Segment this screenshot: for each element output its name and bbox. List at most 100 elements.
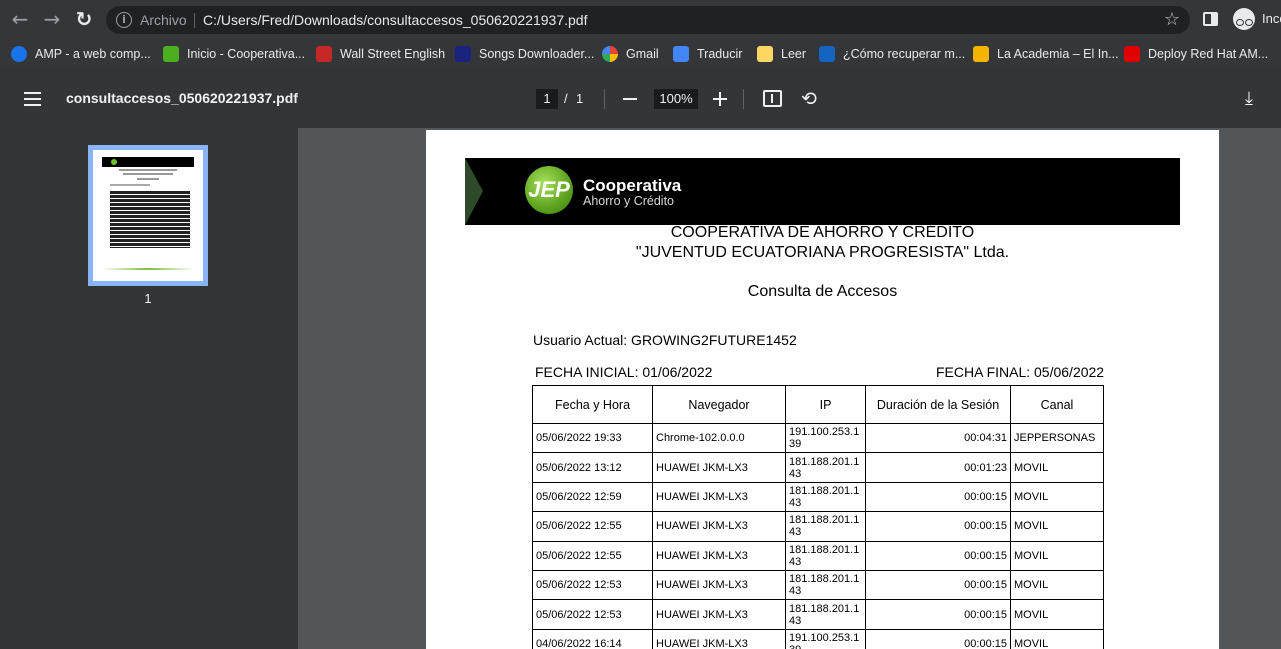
url-text[interactable]: C:/Users/Fred/Downloads/consultaccesos_0…	[203, 12, 587, 28]
cell-channel: MOVIL	[1010, 628, 1104, 649]
bookmark-item[interactable]: Songs Downloader...	[455, 44, 594, 64]
bookmark-item[interactable]: ¿Cómo recuperar m...	[819, 44, 965, 64]
pdf-page: JEP Cooperativa Ahorro y Crédito COOPERA…	[426, 130, 1219, 649]
fit-to-page-icon[interactable]	[763, 90, 782, 107]
songs-icon	[455, 46, 471, 62]
cell-duration: 00:04:31	[865, 422, 1011, 454]
bookmark-label: Leer	[781, 47, 807, 61]
bookmark-item[interactable]: Deploy Red Hat AM...	[1124, 44, 1268, 64]
cell-browser: Chrome-102.0.0.0	[652, 422, 786, 454]
jep-logo: JEP	[525, 166, 573, 214]
cell-duration: 00:00:15	[865, 628, 1011, 649]
bookmark-item[interactable]: Gmail	[602, 44, 659, 64]
back-arrow-icon[interactable]: ←	[7, 6, 33, 32]
address-separator	[194, 13, 195, 28]
pdf-title: consultaccesos_050620221937.pdf	[66, 90, 298, 106]
redhat-icon	[1124, 46, 1140, 62]
cell-channel: MOVIL	[1010, 540, 1104, 571]
incognito-icon[interactable]	[1233, 8, 1255, 30]
cell-datetime: 05/06/2022 12:59	[532, 481, 653, 513]
folder-icon	[757, 46, 773, 62]
thumbnail-page	[93, 150, 203, 281]
bookmark-label: Traducir	[697, 47, 743, 61]
forward-arrow-icon[interactable]: →	[39, 6, 65, 32]
cell-channel: MOVIL	[1010, 452, 1104, 483]
zoom-input[interactable]: 100%	[654, 89, 698, 109]
google-icon	[602, 46, 618, 62]
total-pages: 1	[576, 91, 584, 106]
cell-ip: 181.188.201.1 43	[785, 569, 866, 601]
info-icon[interactable]: i	[116, 12, 132, 28]
bookmarks-bar: AMP - a web comp... Inicio - Cooperativa.…	[0, 38, 1281, 68]
thumbnail-page-number: 1	[144, 291, 152, 306]
cell-datetime: 05/06/2022 12:55	[532, 511, 653, 542]
table-row: 05/06/2022 12:59 HUAWEI JKM-LX3 181.188.20…	[532, 481, 1104, 513]
bookmark-label: Wall Street English	[340, 47, 446, 61]
zoom-out-icon[interactable]	[623, 98, 637, 100]
incognito-label[interactable]: Inco	[1262, 11, 1281, 26]
brand-subtitle: Ahorro y Crédito	[583, 194, 675, 208]
address-bar[interactable]: i Archivo C:/Users/Fred/Downloads/consul…	[106, 6, 1190, 34]
side-panel-icon[interactable]	[1203, 12, 1218, 26]
cell-ip: 191.100.253.1 39	[785, 422, 866, 454]
cell-channel: MOVIL	[1010, 511, 1104, 542]
bookmark-item[interactable]: Leer	[757, 44, 806, 64]
cell-channel: JEPPERSONAS	[1010, 422, 1104, 454]
amp-icon	[11, 46, 27, 62]
zoom-in-icon[interactable]	[713, 92, 727, 106]
cell-browser: HUAWEI JKM-LX3	[652, 628, 786, 649]
bookmark-item[interactable]: Inicio - Cooperativa...	[163, 44, 305, 64]
page-thumbnail[interactable]	[88, 145, 208, 286]
column-header: Duración de la Sesión	[865, 385, 1011, 424]
translate-icon	[673, 46, 689, 62]
table-row: 05/06/2022 19:33 Chrome-102.0.0.0 191.100.…	[532, 422, 1104, 454]
table-row: 05/06/2022 12:53 HUAWEI JKM-LX3 181.188.20…	[532, 569, 1104, 601]
cell-ip: 191.100.253.1 39	[785, 628, 866, 649]
jep-icon	[163, 46, 179, 62]
bookmark-item[interactable]: Traducir	[673, 44, 742, 64]
cell-datetime: 05/06/2022 12:53	[532, 569, 653, 601]
download-icon[interactable]: ⤓	[1240, 89, 1258, 109]
cell-duration: 00:01:23	[865, 452, 1011, 483]
bookmark-label: Deploy Red Hat AM...	[1148, 47, 1269, 61]
banner-accent	[465, 158, 483, 225]
pdf-toolbar: consultaccesos_050620221937.pdf 1 / 1 10…	[0, 70, 1281, 128]
cell-channel: MOVIL	[1010, 481, 1104, 513]
bookmark-item[interactable]: AMP - a web comp...	[11, 44, 151, 64]
cell-duration: 00:00:15	[865, 599, 1011, 630]
column-header: Fecha y Hora	[532, 385, 653, 424]
bookmark-label: AMP - a web comp...	[35, 47, 151, 61]
table-row: 05/06/2022 12:53 HUAWEI JKM-LX3 181.188.20…	[532, 599, 1104, 630]
bookmark-star-icon[interactable]: ☆	[1164, 9, 1180, 30]
bookmark-label: ¿Cómo recuperar m...	[843, 47, 966, 61]
bookmark-item[interactable]: Wall Street English	[316, 44, 445, 64]
table-row: 05/06/2022 12:55 HUAWEI JKM-LX3 181.188.20…	[532, 511, 1104, 542]
doc-subtitle: Consulta de Accesos	[747, 283, 898, 300]
table-row: 04/06/2022 16:14 HUAWEI JKM-LX3 191.100.25…	[532, 628, 1104, 649]
cell-datetime: 04/06/2022 16:14	[532, 628, 653, 649]
cell-ip: 181.188.201.1 43	[785, 540, 866, 571]
menu-icon[interactable]	[24, 92, 41, 106]
current-page-input[interactable]: 1	[536, 89, 558, 109]
doc-heading-line2: "JUVENTUD ECUATORIANA PROGRESISTA" Ltda.	[635, 244, 1010, 261]
cell-browser: HUAWEI JKM-LX3	[652, 481, 786, 513]
pdf-viewer[interactable]: JEP Cooperativa Ahorro y Crédito COOPERA…	[298, 128, 1281, 649]
cell-duration: 00:00:15	[865, 569, 1011, 601]
reload-icon[interactable]: ↻	[71, 6, 97, 32]
current-user: Usuario Actual: GROWING2FUTURE1452	[533, 332, 797, 348]
bookmark-item[interactable]: La Academia – El In...	[973, 44, 1119, 64]
archivo-label: Archivo	[140, 12, 187, 28]
end-date: FECHA FINAL: 05/06/2022	[936, 364, 1105, 380]
table-row: 05/06/2022 13:12 HUAWEI JKM-LX3 181.188.20…	[532, 452, 1104, 483]
rotate-icon[interactable]: ⟲	[799, 89, 819, 109]
bookmark-label: Inicio - Cooperativa...	[187, 47, 306, 61]
cell-ip: 181.188.201.1 43	[785, 511, 866, 542]
bookmark-label: Gmail	[626, 47, 659, 61]
start-date: FECHA INICIAL: 01/06/2022	[535, 364, 713, 380]
thumbnail-sidebar: 1	[0, 128, 298, 649]
toolbar-divider	[743, 89, 744, 109]
address-row: ← → ↻ i Archivo C:/Users/Fred/Downloads/…	[0, 0, 1281, 38]
browser-chrome: ← → ↻ i Archivo C:/Users/Fred/Downloads/…	[0, 0, 1281, 70]
cell-datetime: 05/06/2022 19:33	[532, 422, 653, 454]
cell-ip: 181.188.201.1 43	[785, 481, 866, 513]
